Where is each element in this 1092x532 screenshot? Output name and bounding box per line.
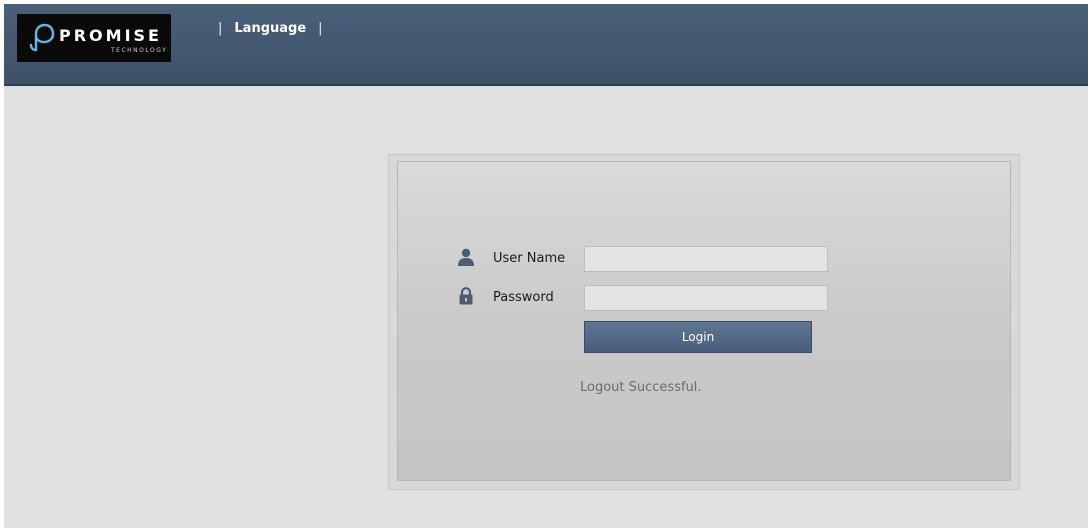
top-nav: | Language | (216, 18, 325, 38)
login-box: User Name Password Login Logout Successf… (388, 154, 1020, 490)
login-button[interactable]: Login (584, 321, 812, 353)
brand-logo: PROMISE TECHNOLOGY (17, 14, 171, 62)
password-label: Password (493, 290, 554, 305)
login-panel: User Name Password Login Logout Successf… (397, 161, 1011, 481)
lock-icon (459, 287, 473, 305)
user-icon (458, 248, 474, 266)
login-page: PROMISE TECHNOLOGY | Language | User Nam… (4, 4, 1088, 528)
username-label: User Name (493, 251, 566, 266)
brand-tagline: TECHNOLOGY (111, 47, 168, 54)
username-input[interactable] (584, 246, 828, 272)
language-link[interactable]: Language (224, 21, 316, 36)
password-input[interactable] (584, 285, 828, 311)
nav-divider: | (218, 20, 223, 36)
nav-divider: | (318, 20, 323, 36)
header-bar: PROMISE TECHNOLOGY | Language | (4, 4, 1088, 86)
status-message: Logout Successful. (580, 380, 702, 395)
brand-name: PROMISE (59, 26, 162, 45)
promise-logo-mark-icon (29, 23, 55, 52)
